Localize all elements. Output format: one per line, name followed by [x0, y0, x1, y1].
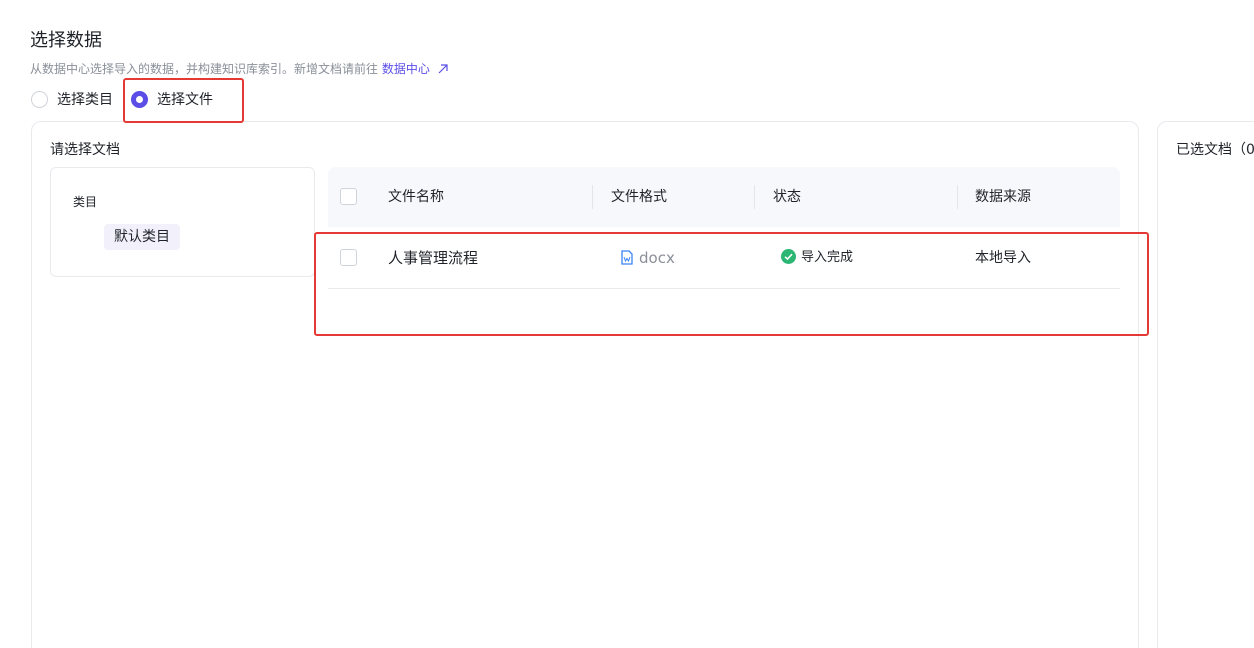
page: 选择数据 从数据中心选择导入的数据，并构建知识库索引。新增文档请前往 数据中心 …	[0, 0, 1254, 648]
selected-documents-title: 已选文档（0	[1176, 142, 1254, 158]
selected-documents-panel: 已选文档（0	[1157, 121, 1254, 648]
radio-select-file-label: 选择文件	[157, 92, 213, 108]
radio-unchecked-icon	[31, 90, 48, 108]
column-header-status: 状态	[773, 189, 801, 205]
import-status-label: 导入完成	[801, 250, 854, 265]
category-item-default[interactable]: 默认类目	[104, 224, 180, 250]
radio-select-file[interactable]: 选择文件	[131, 89, 213, 109]
data-center-link[interactable]: 数据中心	[382, 62, 449, 76]
import-status: 导入完成	[781, 227, 853, 289]
column-divider	[592, 185, 593, 209]
page-description: 从数据中心选择导入的数据，并构建知识库索引。新增文档请前往 数据中心	[30, 60, 449, 77]
success-check-icon	[781, 249, 796, 264]
column-header-name: 文件名称	[388, 189, 444, 205]
document-icon	[621, 250, 633, 265]
category-tree: 类目 默认类目	[50, 167, 315, 277]
document-picker-title: 请选择文档	[50, 142, 120, 158]
column-divider	[754, 185, 755, 209]
column-header-source: 数据来源	[975, 189, 1031, 205]
document-table: 文件名称 文件格式 状态 数据来源 人事管理流程 docx 导入完成 本地导入	[328, 167, 1120, 289]
radio-select-category-label: 选择类目	[57, 92, 113, 108]
radio-select-category[interactable]: 选择类目	[31, 89, 113, 109]
file-name: 人事管理流程	[388, 249, 479, 267]
file-format: docx	[621, 227, 675, 289]
description-text: 从数据中心选择导入的数据，并构建知识库索引。新增文档请前往	[30, 62, 379, 76]
data-source: 本地导入	[975, 250, 1031, 266]
file-format-label: docx	[639, 249, 675, 267]
row-checkbox[interactable]	[340, 249, 357, 266]
document-picker-panel: 请选择文档 类目 默认类目 文件名称 文件格式 状态 数据来源 人事管理流程 d…	[31, 121, 1139, 648]
select-all-checkbox[interactable]	[340, 188, 357, 205]
column-header-format: 文件格式	[611, 189, 667, 205]
radio-checked-icon	[131, 90, 148, 108]
category-label: 类目	[73, 195, 98, 209]
data-center-link-label: 数据中心	[381, 62, 430, 76]
column-divider	[957, 185, 958, 209]
table-row[interactable]: 人事管理流程 docx 导入完成 本地导入	[328, 227, 1120, 289]
table-header: 文件名称 文件格式 状态 数据来源	[328, 167, 1120, 227]
external-link-icon	[438, 64, 448, 74]
selection-mode-group: 选择类目 选择文件	[31, 89, 213, 109]
page-title: 选择数据	[30, 30, 102, 51]
